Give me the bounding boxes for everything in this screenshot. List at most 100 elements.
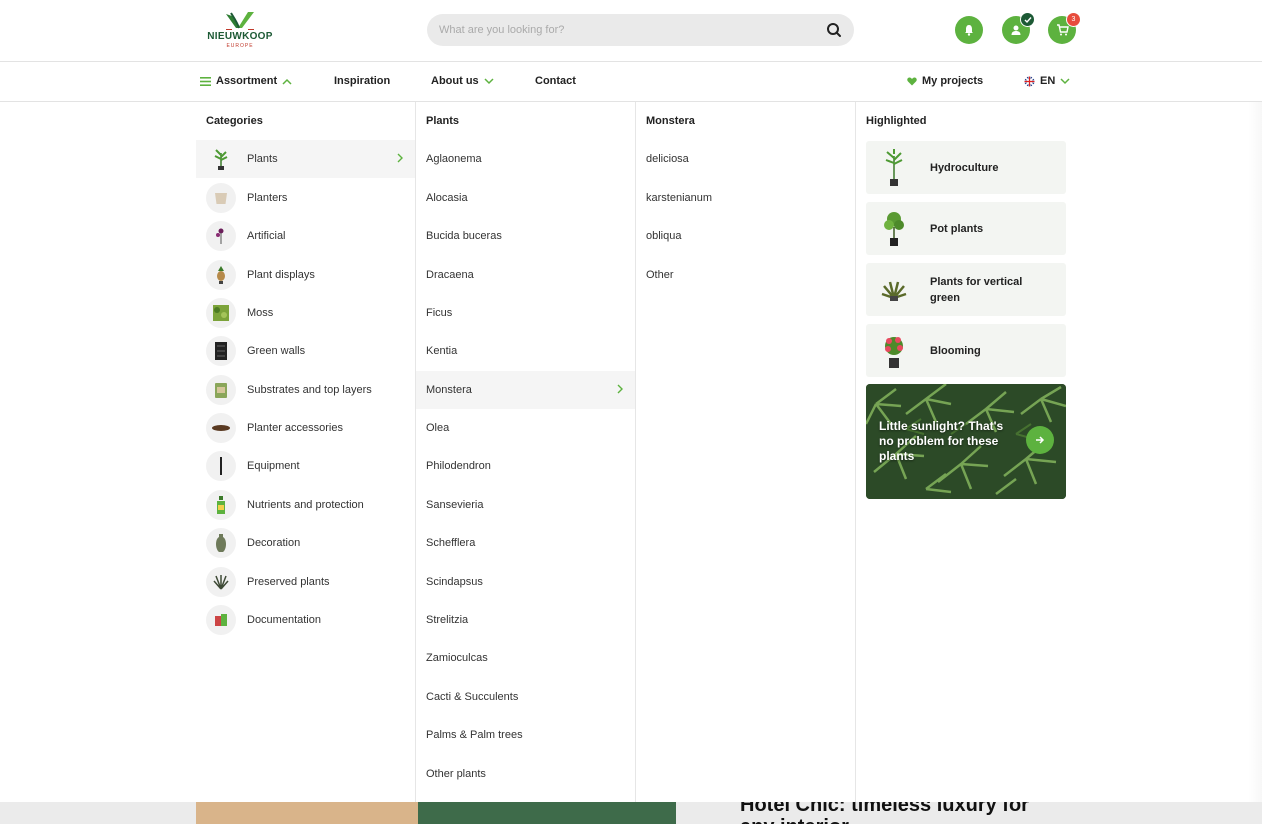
plant-label: Olea <box>426 422 450 434</box>
monstera-label: karstenianum <box>646 192 713 204</box>
moss-icon <box>206 298 236 328</box>
logo-subtext: EUROPE <box>226 43 254 49</box>
plant-aglaonema[interactable]: Aglaonema <box>416 140 635 178</box>
plant-dracaena[interactable]: Dracaena <box>416 256 635 294</box>
monstera-obliqua[interactable]: obliqua <box>636 217 855 255</box>
hamburger-icon <box>200 76 211 86</box>
category-label: Planter accessories <box>247 422 343 434</box>
search-bar <box>427 14 854 46</box>
category-label: Plants <box>247 153 278 165</box>
categories-heading: Categories <box>206 115 263 127</box>
plant-sansevieria[interactable]: Sansevieria <box>416 486 635 524</box>
plant-schefflera[interactable]: Schefflera <box>416 524 635 562</box>
monstera-label: obliqua <box>646 230 682 242</box>
hero-image-wood <box>196 802 418 824</box>
plant-palms[interactable]: Palms & Palm trees <box>416 716 635 754</box>
category-planter-accessories[interactable]: Planter accessories <box>196 409 415 447</box>
assortment-mega-menu: Categories Plants Planters Artificial Pl… <box>0 102 1262 802</box>
tool-icon <box>206 451 236 481</box>
chevron-down-icon <box>484 77 494 84</box>
page-edge-shadow <box>1248 102 1262 802</box>
plant-icon <box>206 144 236 174</box>
category-plants[interactable]: Plants <box>196 140 415 178</box>
hero-title: Hotel Chic: timeless luxury for any inte… <box>740 802 1029 824</box>
bell-icon <box>965 25 973 36</box>
plant-label: Bucida buceras <box>426 230 502 242</box>
monstera-deliciosa[interactable]: deliciosa <box>636 140 855 178</box>
category-preserved-plants[interactable]: Preserved plants <box>196 563 415 601</box>
category-plant-displays[interactable]: Plant displays <box>196 256 415 294</box>
plant-display-icon <box>206 260 236 290</box>
highlight-hydroculture[interactable]: Hydroculture <box>866 141 1066 194</box>
nav-inspiration[interactable]: Inspiration <box>334 75 390 87</box>
plant-cacti-succulents[interactable]: Cacti & Succulents <box>416 678 635 716</box>
low-light-plants-promo[interactable]: Little sunlight? That's no problem for t… <box>866 384 1066 499</box>
category-nutrients[interactable]: Nutrients and protection <box>196 486 415 524</box>
highlight-blooming[interactable]: Blooming <box>866 324 1066 377</box>
plant-olea[interactable]: Olea <box>416 409 635 447</box>
nav-assortment[interactable]: Assortment <box>200 75 292 87</box>
heart-icon <box>907 77 917 85</box>
category-documentation[interactable]: Documentation <box>196 601 415 639</box>
plant-bucida-buceras[interactable]: Bucida buceras <box>416 217 635 255</box>
main-navigation: Assortment Inspiration About us Contact … <box>0 62 1262 102</box>
category-label: Substrates and top layers <box>247 384 372 396</box>
plant-alocasia[interactable]: Alocasia <box>416 179 635 217</box>
category-planters[interactable]: Planters <box>196 179 415 217</box>
category-equipment[interactable]: Equipment <box>196 447 415 485</box>
category-artificial[interactable]: Artificial <box>196 217 415 255</box>
plant-label: Strelitzia <box>426 614 469 626</box>
plant-ficus[interactable]: Ficus <box>416 294 635 332</box>
plant-strelitzia[interactable]: Strelitzia <box>416 601 635 639</box>
plant-label: Zamioculcas <box>426 652 488 664</box>
search-input[interactable] <box>439 20 809 40</box>
planter-icon <box>206 183 236 213</box>
nieuwkoop-logo[interactable]: NIEUWKOOP EUROPE <box>204 10 276 52</box>
nav-about-us[interactable]: About us <box>431 75 494 87</box>
monstera-label: Other <box>646 269 674 281</box>
vase-icon <box>206 528 236 558</box>
hero-image-plant <box>418 802 676 824</box>
monstera-karstenianum[interactable]: karstenianum <box>636 179 855 217</box>
promo-arrow-button[interactable] <box>1026 426 1054 454</box>
notifications-button[interactable] <box>955 16 983 44</box>
highlight-label: Pot plants <box>930 222 984 235</box>
nav-my-projects[interactable]: My projects <box>907 75 983 87</box>
plant-kentia[interactable]: Kentia <box>416 332 635 370</box>
plant-label: Scindapsus <box>426 576 483 588</box>
category-label: Planters <box>247 192 288 204</box>
plant-label: Other plants <box>426 768 486 780</box>
category-moss[interactable]: Moss <box>196 294 415 332</box>
nav-contact[interactable]: Contact <box>535 75 576 87</box>
highlight-pot-plants[interactable]: Pot plants <box>866 202 1066 255</box>
category-label: Moss <box>247 307 274 319</box>
plant-label: Aglaonema <box>426 153 482 165</box>
cart-button[interactable]: 3 <box>1048 12 1081 44</box>
category-green-walls[interactable]: Green walls <box>196 332 415 370</box>
language-selector[interactable]: EN <box>1024 75 1070 87</box>
plant-label: Monstera <box>426 384 472 396</box>
search-icon[interactable] <box>826 22 842 38</box>
language-label: EN <box>1040 75 1056 87</box>
category-label: Green walls <box>247 345 306 357</box>
highlight-label: Plants for vertical green <box>930 275 1023 304</box>
category-decoration[interactable]: Decoration <box>196 524 415 562</box>
account-button[interactable] <box>1002 12 1035 44</box>
plant-other[interactable]: Other plants <box>416 755 635 793</box>
category-label: Decoration <box>247 537 301 549</box>
plant-monstera[interactable]: Monstera <box>416 371 635 409</box>
highlight-label: Blooming <box>930 344 981 357</box>
monstera-column: Monstera deliciosa karstenianum obliqua … <box>636 102 856 802</box>
plant-scindapsus[interactable]: Scindapsus <box>416 563 635 601</box>
category-label: Documentation <box>247 614 321 626</box>
plant-zamioculcas[interactable]: Zamioculcas <box>416 639 635 677</box>
logged-in-badge <box>1020 12 1035 27</box>
arrow-right-icon <box>1036 436 1045 444</box>
plant-philodendron[interactable]: Philodendron <box>416 447 635 485</box>
chevron-up-icon <box>282 78 292 85</box>
monstera-other[interactable]: Other <box>636 256 855 294</box>
highlight-vertical-green[interactable]: Plants for vertical green <box>866 263 1066 316</box>
pot-plant-icon <box>872 207 916 251</box>
category-label: Equipment <box>247 460 300 472</box>
category-substrates[interactable]: Substrates and top layers <box>196 371 415 409</box>
